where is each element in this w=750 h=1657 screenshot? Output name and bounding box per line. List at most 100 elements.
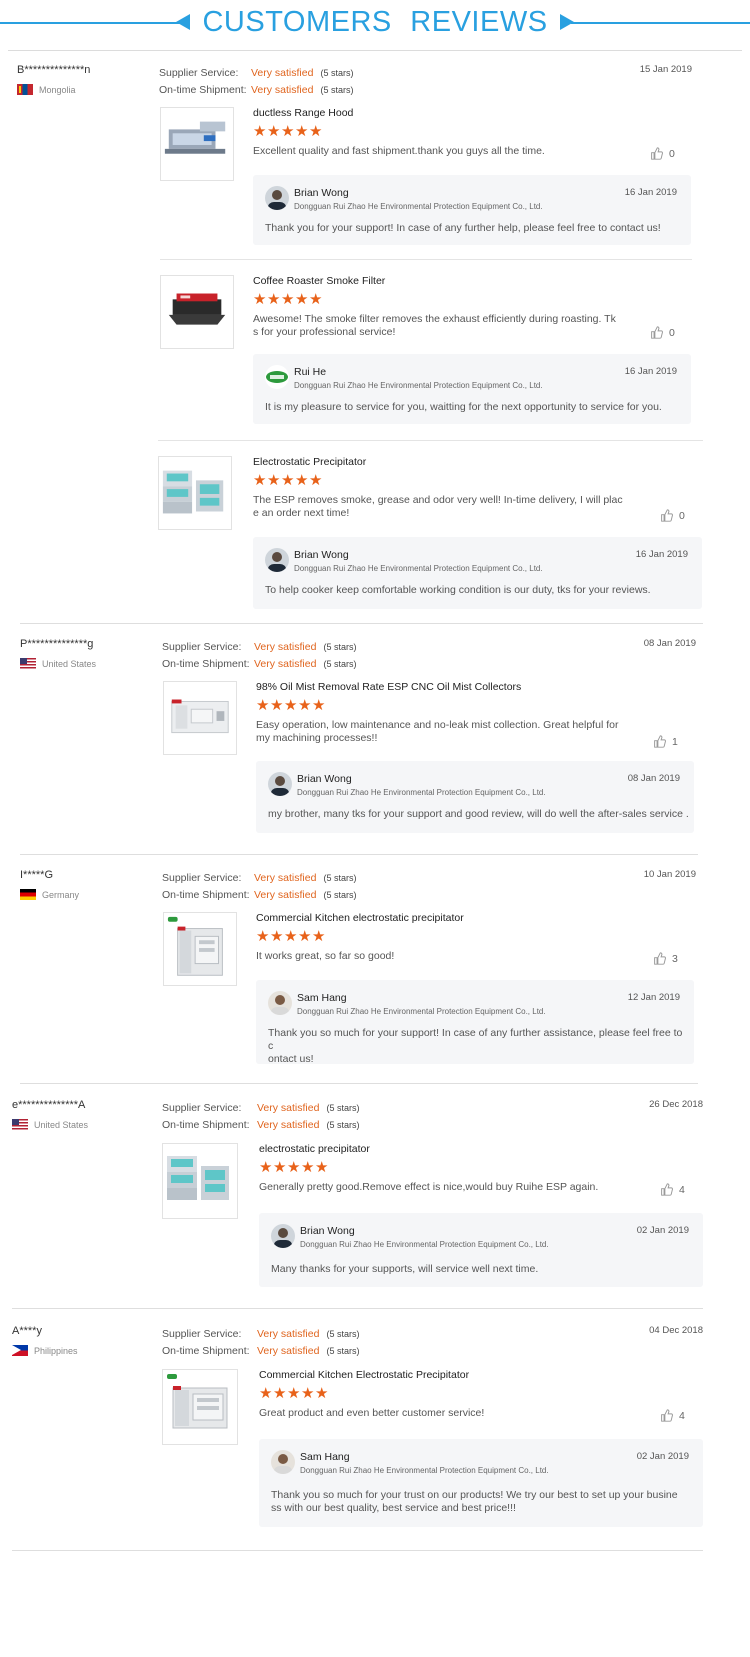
shipment-value: Very satisfied	[257, 1119, 320, 1132]
star-icon: ★	[301, 1159, 315, 1176]
star-rating: ★ ★ ★ ★ ★	[253, 292, 323, 307]
supplier-service-stars: (5 stars)	[320, 67, 354, 78]
supplier-service-value: Very satisfied	[257, 1327, 320, 1340]
buyer-country: United States	[12, 1119, 152, 1130]
star-icon: ★	[256, 928, 270, 945]
country-name: United States	[34, 1119, 89, 1130]
review-comment: It works great, so far so good!	[256, 950, 395, 962]
replier-company: Dongguan Rui Zhao He Environmental Prote…	[297, 788, 546, 797]
shipment-label: On-time Shipment:	[162, 889, 250, 902]
reply-date: 16 Jan 2019	[624, 366, 677, 377]
like-button[interactable]: 4	[660, 1183, 685, 1196]
like-button[interactable]: 0	[650, 147, 675, 160]
like-count: 4	[679, 1183, 685, 1196]
star-icon: ★	[281, 472, 295, 489]
germany-flag-icon	[20, 889, 36, 900]
like-button[interactable]: 3	[653, 952, 678, 965]
review-card: P**************g United States Supplier …	[20, 638, 698, 855]
buyer-country: Mongolia	[17, 84, 157, 95]
review-card: B**************n Mongolia Supplier Servi…	[17, 64, 703, 624]
star-icon: ★	[315, 1385, 329, 1402]
buyer-name: A****y	[12, 1325, 42, 1337]
like-count: 4	[679, 1409, 685, 1422]
supplier-service-value: Very satisfied	[251, 66, 314, 79]
shipment-label: On-time Shipment:	[162, 1119, 250, 1132]
product-image[interactable]	[163, 912, 237, 986]
thumbs-up-icon	[651, 147, 663, 160]
review-divider	[20, 623, 703, 624]
product-image[interactable]	[160, 107, 234, 181]
replier-name: Rui He	[294, 366, 327, 378]
supplier-reply: Sam Hang Dongguan Rui Zhao He Environmen…	[259, 1439, 703, 1527]
buyer-country: Germany	[20, 889, 160, 900]
star-rating: ★ ★ ★ ★ ★	[259, 1386, 329, 1401]
star-icon: ★	[301, 1385, 315, 1402]
star-icon: ★	[312, 697, 326, 714]
divider	[160, 259, 692, 260]
ratings: Supplier Service: Very satisfied (5 stars)…	[162, 869, 462, 904]
like-button[interactable]: 0	[650, 326, 675, 339]
replier-company: Dongguan Rui Zhao He Environmental Prote…	[294, 564, 543, 573]
supplier-service-stars: (5 stars)	[323, 872, 357, 883]
avatar	[268, 991, 292, 1015]
buyer-name: B**************n	[17, 64, 91, 76]
star-icon: ★	[253, 291, 267, 308]
like-button[interactable]: 0	[660, 509, 685, 522]
review-divider	[20, 854, 698, 855]
product-title[interactable]: ductless Range Hood	[253, 107, 353, 119]
shipment-stars: (5 stars)	[323, 890, 357, 901]
replier-name: Sam Hang	[300, 1451, 350, 1463]
supplier-reply: Sam Hang Dongguan Rui Zhao He Environmen…	[256, 980, 694, 1065]
thumbs-up-icon	[651, 326, 663, 339]
star-icon: ★	[298, 928, 312, 945]
review-card: I*****G Germany Supplier Service: Very sa…	[20, 869, 698, 1084]
buyer-info: I*****G Germany	[20, 869, 160, 900]
product-title[interactable]: Commercial Kitchen Electrostatic Precipi…	[259, 1369, 469, 1381]
avatar	[265, 548, 289, 572]
avatar	[265, 186, 289, 210]
like-count: 3	[672, 952, 678, 965]
review-date: 08 Jan 2019	[643, 638, 696, 649]
product-image[interactable]	[162, 1369, 238, 1445]
supplier-reply: Brian Wong Dongguan Rui Zhao He Environm…	[259, 1213, 703, 1287]
like-count: 0	[679, 509, 685, 522]
buyer-info: B**************n Mongolia	[17, 64, 157, 95]
supplier-service-stars: (5 stars)	[326, 1328, 360, 1339]
product-title[interactable]: Commercial Kitchen electrostatic precipi…	[256, 912, 464, 924]
like-button[interactable]: 1	[653, 735, 678, 748]
star-icon: ★	[267, 291, 281, 308]
shipment-label: On-time Shipment:	[159, 84, 247, 97]
product-title[interactable]: Coffee Roaster Smoke Filter	[253, 275, 385, 287]
review-comment: The ESP removes smoke, grease and odor v…	[253, 494, 623, 519]
shipment-value: Very satisfied	[254, 658, 317, 671]
product-image[interactable]	[158, 456, 232, 530]
product-image[interactable]	[162, 1143, 238, 1219]
product-title[interactable]: electrostatic precipitator	[259, 1143, 370, 1155]
review-date: 15 Jan 2019	[639, 64, 692, 75]
buyer-info: e**************A United States	[12, 1099, 152, 1130]
product-image[interactable]	[163, 681, 237, 755]
like-button[interactable]: 4	[660, 1409, 685, 1422]
supplier-service-label: Supplier Service:	[159, 66, 239, 79]
star-rating: ★ ★ ★ ★ ★	[256, 698, 326, 713]
product-title[interactable]: Electrostatic Precipitator	[253, 456, 366, 468]
mongolia-flag-icon	[17, 84, 33, 95]
reply-text: Thank you so much for your support! In c…	[268, 1027, 683, 1065]
buyer-country: United States	[20, 658, 160, 669]
star-icon: ★	[270, 697, 284, 714]
review-date: 10 Jan 2019	[643, 869, 696, 880]
supplier-reply: Rui He Dongguan Rui Zhao He Environmenta…	[253, 354, 691, 424]
thumbs-up-icon	[661, 1183, 673, 1196]
review-comment: Great product and even better customer s…	[259, 1407, 485, 1419]
star-icon: ★	[295, 291, 309, 308]
buyer-country: Philippines	[12, 1345, 152, 1356]
product-review: Commercial Kitchen electrostatic precipi…	[163, 912, 698, 1067]
star-icon: ★	[259, 1159, 273, 1176]
product-title[interactable]: 98% Oil Mist Removal Rate ESP CNC Oil Mi…	[256, 681, 521, 693]
star-rating: ★ ★ ★ ★ ★	[253, 473, 323, 488]
ratings: Supplier Service: Very satisfied (5 stars)…	[162, 1099, 462, 1134]
review-card: e**************A United States Supplier …	[12, 1099, 703, 1309]
product-image[interactable]	[160, 275, 234, 349]
star-icon: ★	[315, 1159, 329, 1176]
like-count: 0	[669, 147, 675, 160]
